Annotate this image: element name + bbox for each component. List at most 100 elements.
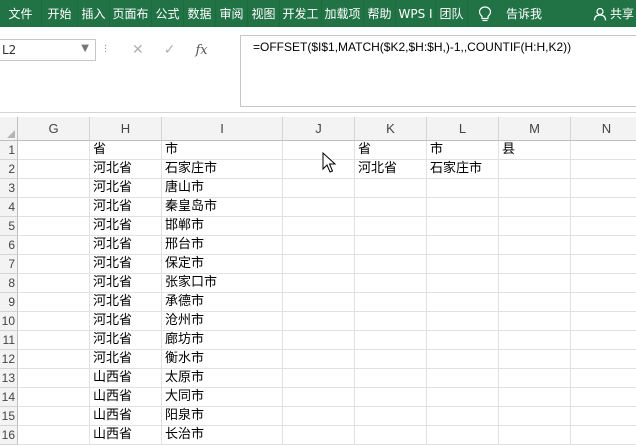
cell-k9[interactable] [355, 293, 427, 312]
row-header[interactable]: 4 [0, 198, 18, 217]
cell-l14[interactable] [427, 388, 499, 407]
cell-m9[interactable] [499, 293, 571, 312]
row-header[interactable]: 8 [0, 274, 18, 293]
cell-i3[interactable]: 唐山市 [162, 179, 283, 198]
cell-h16[interactable]: 山西省 [90, 426, 162, 445]
cell-l6[interactable] [427, 236, 499, 255]
cell-g9[interactable] [18, 293, 90, 312]
cell-n9[interactable] [571, 293, 636, 312]
cell-m14[interactable] [499, 388, 571, 407]
cell-g13[interactable] [18, 369, 90, 388]
cell-j11[interactable] [283, 331, 355, 350]
tell-me[interactable]: 告诉我 [468, 5, 542, 22]
cell-l2[interactable]: 石家庄市 [427, 160, 499, 179]
cell-h1[interactable]: 省 [90, 141, 162, 160]
cell-j1[interactable] [283, 141, 355, 160]
cell-l11[interactable] [427, 331, 499, 350]
cell-h15[interactable]: 山西省 [90, 407, 162, 426]
cell-h14[interactable]: 山西省 [90, 388, 162, 407]
cell-n14[interactable] [571, 388, 636, 407]
row-header[interactable]: 13 [0, 369, 18, 388]
cell-n16[interactable] [571, 426, 636, 445]
cell-k10[interactable] [355, 312, 427, 331]
tab-view[interactable]: 视图 [248, 0, 280, 27]
cell-h6[interactable]: 河北省 [90, 236, 162, 255]
cell-m5[interactable] [499, 217, 571, 236]
tab-file[interactable]: 文件 [0, 0, 42, 27]
cell-j7[interactable] [283, 255, 355, 274]
cell-h3[interactable]: 河北省 [90, 179, 162, 198]
cell-k13[interactable] [355, 369, 427, 388]
tab-formulas[interactable]: 公式 [152, 0, 184, 27]
cell-j15[interactable] [283, 407, 355, 426]
chevron-down-icon[interactable]: ▼ [81, 43, 89, 54]
select-all-corner[interactable] [0, 117, 18, 141]
cell-k4[interactable] [355, 198, 427, 217]
cell-n15[interactable] [571, 407, 636, 426]
cell-h4[interactable]: 河北省 [90, 198, 162, 217]
cell-m13[interactable] [499, 369, 571, 388]
cell-k5[interactable] [355, 217, 427, 236]
cell-g11[interactable] [18, 331, 90, 350]
cell-k14[interactable] [355, 388, 427, 407]
cell-g5[interactable] [18, 217, 90, 236]
cell-j4[interactable] [283, 198, 355, 217]
cell-i14[interactable]: 大同市 [162, 388, 283, 407]
cell-j2[interactable] [283, 160, 355, 179]
cancel-icon[interactable]: ✕ [132, 42, 144, 58]
cell-n13[interactable] [571, 369, 636, 388]
column-header-j[interactable]: J [283, 117, 355, 141]
row-header[interactable]: 5 [0, 217, 18, 236]
tab-developer[interactable]: 开发工 [280, 0, 322, 27]
cell-h5[interactable]: 河北省 [90, 217, 162, 236]
cell-g1[interactable] [18, 141, 90, 160]
cell-l1[interactable]: 市 [427, 141, 499, 160]
cell-j5[interactable] [283, 217, 355, 236]
cell-m10[interactable] [499, 312, 571, 331]
cell-i1[interactable]: 市 [162, 141, 283, 160]
cell-g2[interactable] [18, 160, 90, 179]
column-header-m[interactable]: M [499, 117, 571, 141]
drag-handle-icon[interactable]: · · · [104, 42, 107, 58]
cell-m12[interactable] [499, 350, 571, 369]
tab-review[interactable]: 审阅 [216, 0, 248, 27]
cell-l16[interactable] [427, 426, 499, 445]
insert-function-icon[interactable]: fx [195, 43, 207, 58]
cell-m1[interactable]: 县 [499, 141, 571, 160]
cell-l4[interactable] [427, 198, 499, 217]
cell-k3[interactable] [355, 179, 427, 198]
cell-k8[interactable] [355, 274, 427, 293]
cell-g15[interactable] [18, 407, 90, 426]
cell-j8[interactable] [283, 274, 355, 293]
cell-g14[interactable] [18, 388, 90, 407]
cell-i16[interactable]: 长治市 [162, 426, 283, 445]
cell-m3[interactable] [499, 179, 571, 198]
name-box[interactable]: L2 ▼ [0, 39, 96, 61]
cell-l8[interactable] [427, 274, 499, 293]
column-header-i[interactable]: I [162, 117, 283, 141]
cell-m6[interactable] [499, 236, 571, 255]
cell-m15[interactable] [499, 407, 571, 426]
cell-m4[interactable] [499, 198, 571, 217]
tab-insert[interactable]: 插入 [78, 0, 110, 27]
cell-j10[interactable] [283, 312, 355, 331]
cell-i15[interactable]: 阳泉市 [162, 407, 283, 426]
column-header-h[interactable]: H [90, 117, 162, 141]
row-header[interactable]: 3 [0, 179, 18, 198]
cell-i6[interactable]: 邢台市 [162, 236, 283, 255]
cell-h9[interactable]: 河北省 [90, 293, 162, 312]
cell-i11[interactable]: 廊坊市 [162, 331, 283, 350]
cell-g3[interactable] [18, 179, 90, 198]
row-header[interactable]: 7 [0, 255, 18, 274]
cell-k12[interactable] [355, 350, 427, 369]
cell-k11[interactable] [355, 331, 427, 350]
cell-n11[interactable] [571, 331, 636, 350]
cell-j13[interactable] [283, 369, 355, 388]
cell-l7[interactable] [427, 255, 499, 274]
cell-j3[interactable] [283, 179, 355, 198]
column-header-l[interactable]: L [427, 117, 499, 141]
cell-l15[interactable] [427, 407, 499, 426]
tab-addins[interactable]: 加载项 [322, 0, 364, 27]
row-header[interactable]: 14 [0, 388, 18, 407]
cell-m2[interactable] [499, 160, 571, 179]
